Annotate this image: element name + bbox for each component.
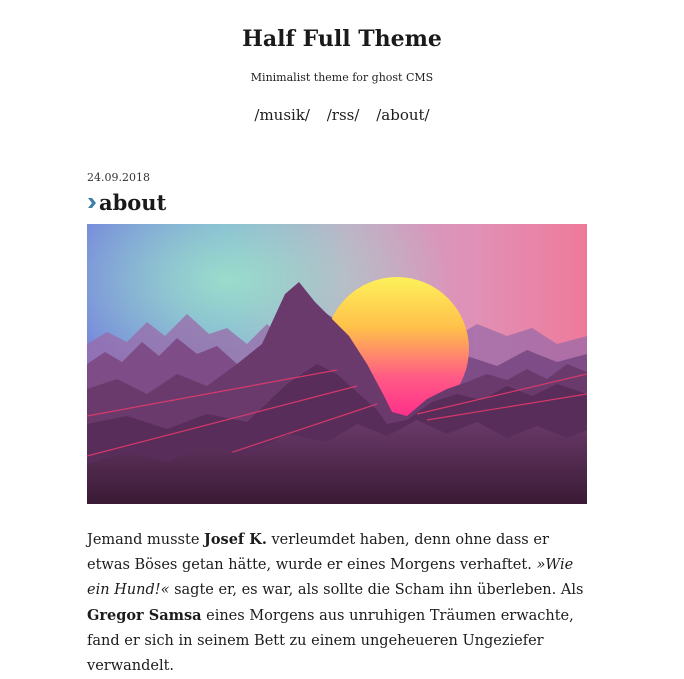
body-bold-josef: Josef K. xyxy=(204,531,267,548)
nav-link-musik[interactable]: /musik/ xyxy=(254,106,310,124)
body-text-1: Jemand musste xyxy=(87,532,205,548)
post-title[interactable]: about xyxy=(87,190,587,216)
nav-link-rss[interactable]: /rss/ xyxy=(327,106,360,124)
site-title[interactable]: Half Full Theme xyxy=(0,24,684,54)
body-text-3: sagte er, es war, als sollte die Scham i… xyxy=(169,582,584,598)
nav-link-about[interactable]: /about/ xyxy=(376,106,429,124)
site-nav: /musik/ /rss/ /about/ xyxy=(0,104,684,126)
sunset-mountains-image xyxy=(87,224,587,504)
post-paragraph: Jemand musste Josef K. verleumdet haben,… xyxy=(87,527,587,679)
post: 24.09.2018 about Jemand musste Josef K. … xyxy=(87,170,587,674)
post-title-text: about xyxy=(99,190,167,215)
post-body: Jemand musste Josef K. verleumdet haben,… xyxy=(87,527,587,679)
body-bold-gregor: Gregor Samsa xyxy=(87,607,202,624)
post-date: 24.09.2018 xyxy=(87,171,150,184)
chevron-right-icon xyxy=(88,198,96,208)
site-tagline: Minimalist theme for ghost CMS xyxy=(250,71,434,84)
